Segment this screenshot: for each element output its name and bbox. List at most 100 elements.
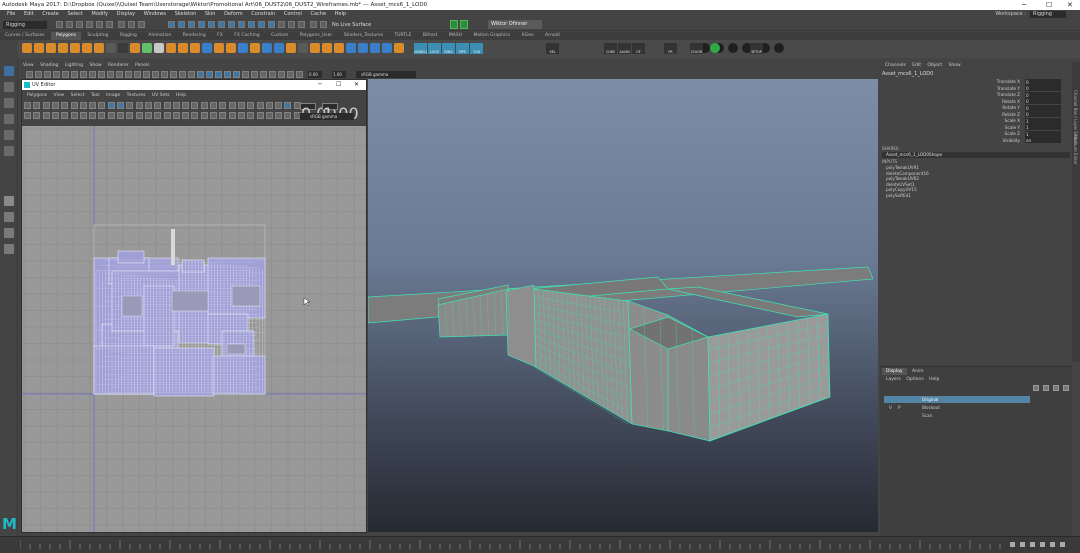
attr-value-field[interactable]: on [1025,137,1061,143]
status-tool-icon[interactable] [218,21,225,28]
shelf-tool-icon[interactable] [274,43,284,53]
shelf-tab-sculpting[interactable]: Sculpting [82,32,113,40]
play-back-icon[interactable] [1030,542,1035,547]
menu-display[interactable]: Display [117,10,135,19]
uv-menu-uvsets[interactable]: UV Sets [152,91,170,100]
four-view-layout-icon[interactable] [4,212,14,222]
viewport-menu-panels[interactable]: Panels [135,62,149,70]
status-tool-icon[interactable] [198,21,205,28]
uv-tool-icon[interactable] [144,112,152,119]
workspace-selector[interactable]: Workspace : Rigging [995,11,1066,18]
paint-select-tool-icon[interactable] [4,98,14,108]
viewport-tool-icon[interactable] [179,71,186,78]
status-tool-icon[interactable] [238,21,245,28]
layer-playback-toggle[interactable]: P [898,404,901,411]
viewport-tool-icon[interactable] [98,71,105,78]
shelf-tab-rendering[interactable]: Rendering [178,32,211,40]
uv-menu-select[interactable]: Select [71,91,85,100]
shelf-tab-motion-graphics[interactable]: Motion Graphics [469,32,516,40]
status-tool-icon[interactable] [288,21,295,28]
viewport-tool-icon[interactable] [125,71,132,78]
uv-num-field-2[interactable]: 1.00 [322,103,359,123]
uv-tool-icon[interactable] [265,102,273,109]
viewport-tool-icon[interactable] [152,71,159,78]
shelf-button-curv[interactable]: CURV [604,43,617,54]
shelf-button-setup[interactable]: SETUP [750,43,763,54]
viewport-tool-icon[interactable] [269,71,276,78]
step-back-icon[interactable] [1020,542,1025,547]
shelf-tool-icon[interactable] [142,43,152,53]
layer-tab-display[interactable]: Display [882,368,907,375]
layer-menu-options[interactable]: Options [906,376,923,383]
input-node-row[interactable]: polyCopyUV15 [886,187,917,192]
uv-menu-view[interactable]: View [53,91,64,100]
uv-tool-icon[interactable] [154,102,162,109]
menu-skeleton[interactable]: Skeleton [175,10,197,19]
uv-tool-icon[interactable] [284,112,292,119]
status-tool-icon[interactable] [320,21,327,28]
layer-row[interactable]: Scan [884,412,1030,419]
shelf-tab-animation[interactable]: Animation [143,32,176,40]
shelf-tab-polygons-user[interactable]: Polygons_User [295,32,338,40]
shelf-button-align[interactable]: ALIGN [618,43,631,54]
uv-tool-icon[interactable] [275,112,283,119]
shelf-tab-custom[interactable]: Custom [266,32,293,40]
uv-editor-titlebar[interactable]: UV Editor ─ ☐ ✕ [22,80,366,90]
uv-tool-icon[interactable] [33,102,41,109]
layer-move-down-icon[interactable] [1043,385,1049,391]
shelf-tab-xgen[interactable]: XGen [517,32,539,40]
uv-tool-icon[interactable] [42,102,50,109]
shelf-tool-icon[interactable] [286,43,296,53]
uv-tool-icon[interactable] [61,102,69,109]
uv-tool-icon[interactable] [210,102,217,109]
uv-tool-icon[interactable] [237,102,245,109]
uv-tool-icon[interactable] [89,112,97,119]
viewport-tool-icon[interactable] [170,71,177,78]
channel-attr-row[interactable]: Visibility on [880,137,1070,144]
channel-box-tab-show[interactable]: Show [949,62,961,70]
shelf-tab-mash[interactable]: MASH [444,32,467,40]
status-tool-icon[interactable] [56,21,63,28]
status-tool-icon[interactable] [178,21,185,28]
viewport-tool-icon[interactable] [296,71,303,78]
shelf-tab-fx[interactable]: FX [212,32,228,40]
menu-edit[interactable]: Edit [24,10,34,19]
viewport-menu-renderer[interactable]: Renderer [108,62,129,70]
uv-menu-tool[interactable]: Tool [91,91,100,100]
uv-tool-icon[interactable] [126,112,134,119]
uv-tool-icon[interactable] [154,112,162,119]
menu-help[interactable]: Help [335,10,346,19]
menu-constrain[interactable]: Constrain [251,10,275,19]
shelf-tool-icon[interactable] [106,43,116,53]
shelf-tool-icon[interactable] [334,43,344,53]
shelf-tool-icon[interactable] [202,43,212,53]
menu-deform[interactable]: Deform [224,10,243,19]
shelf-button-loop[interactable]: LOOP [428,43,441,54]
shelf-button-pipe[interactable]: PIPE [456,43,469,54]
uv-tool-icon[interactable] [191,102,199,109]
viewport-tool-icon[interactable] [26,71,33,78]
go-to-start-icon[interactable] [1010,542,1015,547]
uv-maximize-button[interactable]: ☐ [336,80,341,90]
uv-tool-icon[interactable] [144,102,152,109]
shelf-tool-icon[interactable] [130,43,140,53]
uv-tool-icon[interactable] [182,102,190,109]
shelf-tool-icon[interactable] [190,43,200,53]
viewport-tool-icon[interactable] [44,71,51,78]
layer-tab-anim[interactable]: Anim [908,368,928,375]
uv-num-field-1[interactable]: 0.00 [300,103,337,123]
perspective-viewport[interactable] [368,79,878,532]
shelf-tool-icon[interactable] [22,43,32,53]
viewport-menu-show[interactable]: Show [89,62,101,70]
uv-tool-icon[interactable] [172,102,180,109]
uv-tool-icon[interactable] [107,102,115,109]
menu-set-selector[interactable]: Rigging [3,21,47,29]
shelf-sphere-icon[interactable] [774,43,784,53]
shelf-tool-icon[interactable] [382,43,392,53]
uv-tool-icon[interactable] [247,102,255,109]
uv-menu-help[interactable]: Help [176,91,186,100]
uv-tool-icon[interactable] [210,112,217,119]
status-tool-icon[interactable] [118,21,125,28]
menu-control[interactable]: Control [284,10,302,19]
status-tool-icon[interactable] [248,21,255,28]
